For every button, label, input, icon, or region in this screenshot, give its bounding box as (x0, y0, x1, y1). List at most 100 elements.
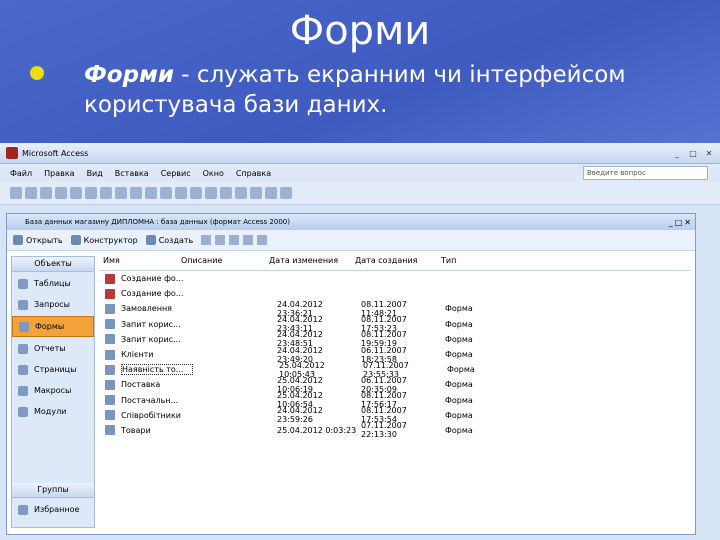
create-button[interactable]: Создать (145, 235, 193, 245)
list-icon[interactable] (243, 235, 254, 245)
sidebar-item-modules[interactable]: Модули (12, 402, 94, 421)
bullet-rest: - служать екранним чи інтерфейсом (174, 62, 626, 88)
create-form-icon (105, 288, 115, 299)
maximize-icon[interactable]: □ (686, 147, 700, 159)
row-name: Товари (121, 425, 151, 435)
menu-view[interactable]: Вид (87, 169, 103, 178)
new-object-icon[interactable] (265, 187, 277, 199)
bullet-line2: користувача бази даних. (84, 92, 388, 118)
analyze-icon[interactable] (190, 187, 202, 199)
slide-title: Форми (289, 8, 431, 54)
save-icon[interactable] (40, 187, 52, 199)
open-label: Открыть (26, 235, 63, 245)
design-icon (70, 235, 81, 245)
row-created: 07.11.2007 22:13:30 (361, 421, 407, 440)
open-icon[interactable] (25, 187, 37, 199)
relationships-icon[interactable] (250, 187, 262, 199)
form-icon (105, 319, 115, 330)
minimize-icon[interactable]: _ (670, 147, 684, 159)
col-modified[interactable]: Дата изменения (265, 256, 351, 270)
form-icon (105, 364, 115, 375)
delete-icon[interactable] (201, 235, 212, 245)
sidebar-item-favorites[interactable]: Избранное (12, 500, 94, 519)
titlebar: Microsoft Access _ □ ✕ (0, 143, 720, 164)
row-type: Форма (445, 334, 473, 344)
row-name: Создание фо... (121, 289, 184, 299)
row-type: Форма (445, 425, 473, 435)
menu-window[interactable]: Окно (203, 169, 224, 178)
row-name: Постачальн... (121, 395, 179, 405)
row-type: Форма (445, 319, 473, 329)
office-links-icon[interactable] (175, 187, 187, 199)
properties-icon[interactable] (235, 187, 247, 199)
large-icons-icon[interactable] (215, 235, 226, 245)
cut-icon[interactable] (115, 187, 127, 199)
col-type[interactable]: Тип (437, 256, 501, 270)
row-name: Замовлення (121, 304, 172, 314)
col-name[interactable]: Имя (99, 256, 177, 270)
db-maximize-icon[interactable]: □ (675, 218, 683, 227)
undo-icon[interactable] (160, 187, 172, 199)
help-icon[interactable] (280, 187, 292, 199)
table-row[interactable]: Создание фо... (99, 271, 691, 286)
objects-header[interactable]: Объекты (12, 257, 94, 272)
spell-icon[interactable] (100, 187, 112, 199)
small-icons-icon[interactable] (229, 235, 240, 245)
paste-icon[interactable] (145, 187, 157, 199)
row-type: Форма (445, 410, 473, 420)
table-icon (18, 278, 28, 289)
sidebar-item-macros[interactable]: Макросы (12, 381, 94, 400)
sidebar-item-reports[interactable]: Отчеты (12, 339, 94, 358)
bullet-dot (30, 66, 44, 80)
menu-help[interactable]: Справка (236, 169, 271, 178)
col-created[interactable]: Дата создания (351, 256, 437, 270)
database-window-titlebar: База данных магазину ДИПЛОМНА : база дан… (7, 214, 695, 230)
col-description[interactable]: Описание (177, 256, 265, 270)
menu-file[interactable]: Файл (10, 169, 32, 178)
row-type: Форма (445, 380, 473, 390)
sidebar-item-queries[interactable]: Запросы (12, 295, 94, 314)
access-window: Microsoft Access _ □ ✕ Файл Правка Вид В… (0, 143, 720, 540)
code-icon[interactable] (205, 187, 217, 199)
open-button[interactable]: Открыть (13, 235, 63, 245)
sidebar-label: Таблицы (34, 279, 71, 288)
rows-container: Создание фо... Создание фо... Замовлення 24… (99, 271, 691, 440)
row-name: Поставка (121, 380, 161, 390)
sidebar-label: Макросы (34, 386, 72, 395)
sidebar-item-pages[interactable]: Страницы (12, 360, 94, 379)
menu-tools[interactable]: Сервис (161, 169, 191, 178)
form-icon (105, 425, 115, 436)
script-icon[interactable] (220, 187, 232, 199)
help-search-input[interactable]: Введите вопрос (583, 166, 708, 180)
db-minimize-icon[interactable]: _ (669, 218, 673, 227)
menu-insert[interactable]: Вставка (115, 169, 149, 178)
objects-sidebar: Объекты Таблицы Запросы Формы Отчеты Стр… (11, 256, 95, 528)
new-icon[interactable] (10, 187, 22, 199)
menu-edit[interactable]: Правка (44, 169, 74, 178)
form-icon (19, 321, 29, 332)
page-icon (18, 364, 28, 375)
create-form-icon (105, 273, 115, 284)
copy-icon[interactable] (130, 187, 142, 199)
preview-icon[interactable] (85, 187, 97, 199)
forms-list: Имя Описание Дата изменения Дата создани… (99, 256, 691, 526)
sidebar-item-tables[interactable]: Таблицы (12, 274, 94, 293)
db-close-icon[interactable]: ✕ (684, 218, 691, 227)
sidebar-item-forms[interactable]: Формы (12, 316, 94, 337)
design-button[interactable]: Конструктор (70, 235, 138, 245)
groups-header[interactable]: Группы (12, 483, 94, 498)
details-icon[interactable] (257, 235, 268, 245)
menubar: Файл Правка Вид Вставка Сервис Окно Спра… (0, 164, 720, 182)
row-type: Форма (445, 395, 473, 405)
print-icon[interactable] (70, 187, 82, 199)
row-modified: 25.04.2012 0:03:23 (277, 425, 357, 435)
table-row[interactable]: Товари 25.04.2012 0:03:23 07.11.2007 22:13… (99, 421, 691, 440)
close-icon[interactable]: ✕ (702, 147, 716, 159)
sidebar-label: Запросы (34, 300, 70, 309)
form-icon (105, 395, 115, 406)
form-icon (105, 379, 115, 390)
row-name: Запит корис... (121, 334, 181, 344)
bullet-bold: Форми (84, 62, 174, 88)
main-toolbar (0, 182, 720, 205)
search-icon[interactable] (55, 187, 67, 199)
